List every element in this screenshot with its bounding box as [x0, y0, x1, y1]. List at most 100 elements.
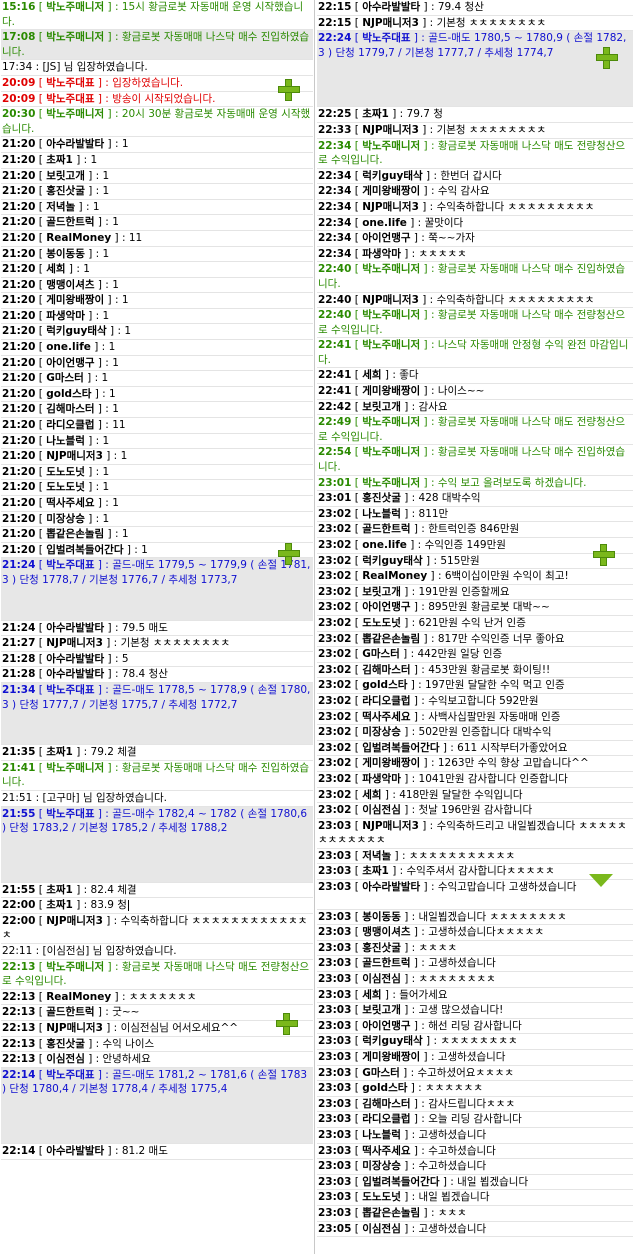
message-text: 1 [141, 543, 148, 556]
chat-message: 21:24 [ 박노주대표 ] : 골드-매도 1779,5 ~ 1779,9 … [1, 558, 313, 621]
chat-message: 23:03 [ 홍진삿굴 ] : ㅊㅊㅊㅊ [317, 941, 633, 957]
chat-message: 23:02 [ 도노도넛 ] : 621만원 수익 난거 인증 [317, 616, 633, 632]
chat-message: 23:03 [ 게미왕배짱이 ] : 고생하셨습니다 [317, 1050, 633, 1066]
message-sender: 박노주매니저 [362, 263, 421, 276]
message-time: 23:03 [318, 941, 352, 954]
message-text: 1 [112, 356, 119, 369]
message-sender: 저녁놀 [362, 849, 392, 862]
message-time: 21:20 [2, 528, 36, 541]
message-sender: NJP매니저3 [362, 293, 419, 306]
chat-message: 23:03 [ 맹맹이셔츠 ] : 고생하셨습니다ㅊㅊㅊㅊㅊ [317, 925, 633, 941]
chat-message: 23:03 [ 도노도넛 ] : 내일 뵙겠습니다 [317, 1190, 633, 1206]
chat-message: 21:20 [ 보릿고개 ] : 1 [1, 169, 313, 185]
chat-message: 21:28 [ 아수라발발타 ] : 5 [1, 652, 313, 668]
message-sender: NJP매니저3 [362, 819, 419, 832]
message-text: 11 [128, 231, 143, 244]
message-time: 21:20 [2, 185, 36, 198]
message-text: 나이스~~ [437, 385, 485, 398]
message-text: ㅊㅊㅊㅊㅊㅊ [425, 1082, 484, 1095]
message-sender: RealMoney [46, 231, 112, 244]
message-text: 1 [121, 294, 129, 307]
message-text: 내일뵙겠습니다 ㅊㅊㅊㅊㅊㅊㅊㅊ [418, 910, 567, 923]
message-time: 21:20 [2, 294, 36, 307]
message-sender: one.life [46, 341, 91, 354]
chat-message: 23:03 [ 뽑같은손놀림 ] : ㅊㅊㅊ [317, 1206, 633, 1222]
chat-message: 21:20 [ 맹맹이셔츠 ] : 1 [1, 278, 313, 294]
message-sender: 떡사주세요 [46, 497, 95, 509]
chat-message: 21:20 [ NJP매니저3 ] : 1 [1, 449, 313, 465]
message-text: 수익고맙습니다 고생하셨습니다 [437, 881, 577, 894]
message-text: 수익축하합니다 ㅊㅊㅊㅊㅊㅊㅊㅊㅊ [436, 200, 595, 213]
message-time: 23:02 [318, 788, 352, 801]
message-text: 한번더 갑시다 [440, 169, 502, 182]
message-time: 22:00 [2, 914, 36, 927]
message-text: 79.5 매도 [121, 621, 168, 634]
message-sender: 라디오클럽 [362, 694, 411, 707]
message-text: 1 [102, 465, 110, 478]
message-sender: NJP매니저3 [362, 200, 419, 213]
message-text: 1 [92, 200, 100, 213]
message-time: 23:03 [318, 988, 352, 1001]
message-text: ㅊㅊㅊㅊㅊㅊㅊㅊ [440, 1035, 518, 1048]
message-sender: 박노주매니저 [362, 476, 421, 489]
chat-message: 22:00 [ 초짜1 ] : 83.9 청 [1, 898, 313, 914]
chat-message: 17:08 [ 박노주매니저 ] : 황금로봇 자동매매 나스닥 매수 진입하였… [1, 30, 313, 61]
message-time: 23:02 [318, 554, 352, 567]
message-sender: 게미왕배짱이 [362, 185, 421, 198]
message-time: 22:54 [318, 446, 352, 459]
message-sender: NJP매니저3 [362, 123, 419, 136]
message-time: 21:20 [2, 419, 36, 432]
chat-message: 21:35 [ 초짜1 ] : 79.2 체결 [1, 745, 313, 761]
message-text: 1041만원 감사합니다 인증합니다 [418, 772, 568, 785]
message-time: 23:01 [318, 476, 352, 489]
message-time: 23:03 [318, 1128, 352, 1141]
message-sender: 아이언맹구 [362, 601, 411, 614]
message-time: 23:02 [318, 710, 352, 723]
message-text: 고생하셨습니다ㅊㅊㅊㅊㅊ [428, 926, 545, 939]
message-text: 1263만 수익 향상 고맙습니다^^ [437, 757, 589, 770]
message-time: 22:14 [2, 1145, 36, 1157]
message-text: 안녕하세요 [102, 1053, 151, 1066]
chat-message: 22:34 [ 게미왕배짱이 ] : 수익 감사요 [317, 184, 633, 200]
chat-message: 23:01 [ 홍진삿굴 ] : 428 대박수익 [317, 491, 633, 507]
message-sender: G마스터 [46, 372, 84, 385]
chat-message: 23:03 [ gold스타 ] : ㅊㅊㅊㅊㅊㅊ [317, 1081, 633, 1097]
message-sender: 도노도넛 [362, 1191, 401, 1204]
message-time: 23:03 [318, 865, 352, 878]
message-sender: 입벌려복들어간다 [362, 741, 440, 754]
message-time: 23:01 [318, 492, 352, 505]
message-sender: 봉이동동 [46, 247, 85, 260]
message-sender: 입벌려복들어간다 [46, 543, 124, 556]
message-time: 23:03 [318, 910, 352, 923]
message-sender: 떡사주세요 [362, 1144, 411, 1157]
message-sender: 아이언맹구 [46, 356, 95, 369]
message-text: 197만원 달달한 수익 먹고 인증 [425, 679, 565, 692]
message-time: 22:34 [318, 200, 352, 213]
message-time: 23:03 [318, 1004, 352, 1017]
message-text: ㅊㅊㅊ [437, 1206, 467, 1219]
message-sender: 이심전심 [46, 1053, 85, 1066]
chat-message: 23:03 [ 미장상승 ] : 수고하셨습니다 [317, 1159, 633, 1175]
chat-message: 22:15 [ 아수라발발타 ] : 79.4 청산 [317, 0, 633, 16]
message-time: 22:13 [2, 1006, 36, 1019]
message-text: 1 [112, 497, 119, 509]
chat-message: 21:20 [ RealMoney ] : 11 [1, 231, 313, 247]
message-time: 23:02 [318, 757, 352, 770]
chat-message: 22:49 [ 박노주매니저 ] : 황금로봇 자동매매 나스닥 매도 전량청산… [317, 415, 633, 446]
message-text: 수고하셨어요ㅊㅊㅊㅊ [417, 1066, 515, 1079]
message-text: ㅊㅊㅊㅊㅊㅊㅊ [128, 990, 197, 1003]
message-time: 21:20 [2, 231, 36, 244]
chat-message: 23:02 [ 입벌려복들어간다 ] : 611 시작부터가좋았어요 [317, 741, 633, 757]
message-sender: 박노주매니저 [362, 339, 421, 352]
message-time: 21:24 [2, 621, 36, 634]
message-time: 23:03 [318, 1144, 352, 1157]
chat-message: 21:20 [ 아이언맹구 ] : 1 [1, 356, 313, 372]
message-time: 23:03 [318, 1160, 352, 1173]
message-text: 방송이 시작되었습니다. [112, 92, 216, 105]
message-text: 수익 감사요 [437, 185, 490, 198]
message-time: 23:03 [318, 1082, 352, 1095]
message-sender: 입벌려복들어간다 [362, 1175, 440, 1188]
message-sender: NJP매니저3 [46, 450, 103, 463]
message-sender: 박노주매니저 [46, 960, 105, 973]
message-text: 428 대박수익 [418, 492, 481, 505]
